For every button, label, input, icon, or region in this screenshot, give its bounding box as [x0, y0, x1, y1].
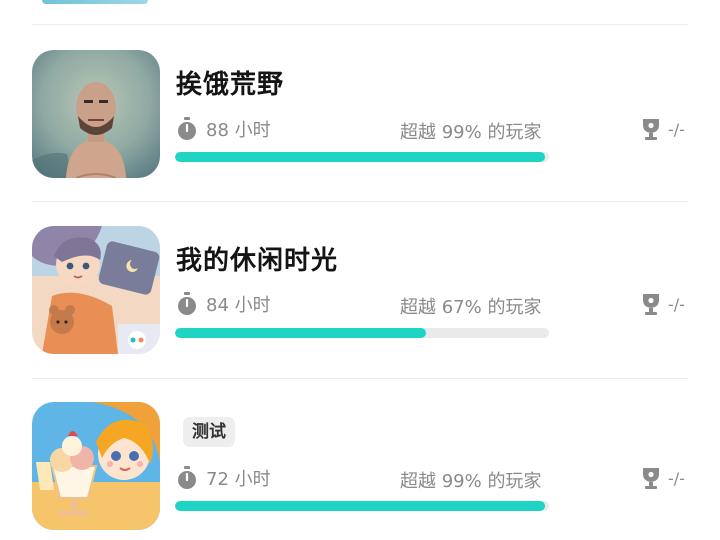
divider	[32, 378, 688, 379]
trophy-icon	[643, 294, 659, 315]
progress-fill	[175, 328, 426, 338]
progress-fill	[175, 152, 546, 162]
game-title: 我的休闲时光	[176, 246, 339, 276]
playtime-value: 72 小时	[206, 469, 271, 490]
playtime: 72 小时	[176, 464, 271, 492]
trophy-icon	[643, 468, 659, 489]
progress-bar	[175, 501, 549, 511]
test-tag: 测试	[183, 417, 235, 447]
achievement-count: -/-	[668, 294, 685, 314]
rank-percentile: 超越 99% 的玩家	[400, 471, 542, 492]
divider	[32, 201, 688, 202]
game-cover-my-leisure-time[interactable]	[32, 226, 160, 354]
achievements[interactable]: -/-	[640, 464, 685, 492]
achievement-count: -/-	[668, 468, 685, 488]
progress-bar	[175, 328, 549, 338]
progress-fill	[175, 501, 546, 511]
achievements[interactable]: -/-	[640, 290, 685, 318]
playtime: 84 小时	[176, 290, 271, 318]
rank-percentile: 超越 67% 的玩家	[400, 297, 542, 318]
progress-bar	[175, 152, 549, 162]
game-row-3[interactable]: 测试 72 小时 超越 99% 的玩家 -/-	[0, 0, 720, 530]
stopwatch-icon	[178, 292, 196, 315]
game-cover-dessert-cafe[interactable]	[32, 402, 160, 530]
playtime-value: 84 小时	[206, 295, 271, 316]
stopwatch-icon	[178, 466, 196, 489]
